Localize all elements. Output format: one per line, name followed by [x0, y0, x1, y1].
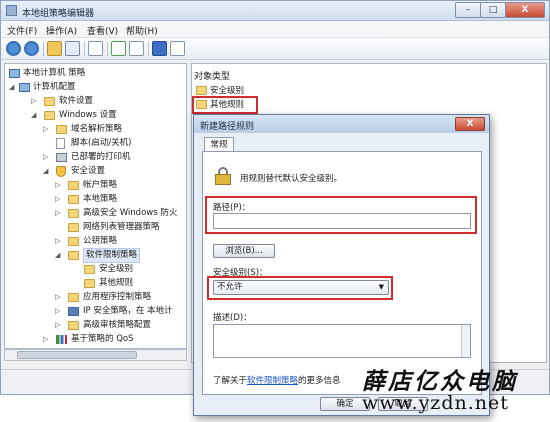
folder-icon	[68, 181, 79, 190]
menu-file[interactable]: 文件(F)	[7, 24, 37, 37]
refresh-icon[interactable]	[111, 41, 126, 56]
computer-policy-icon	[9, 69, 20, 78]
folder-icon	[44, 111, 55, 120]
collapse-arrow-icon[interactable]: ▷	[31, 95, 39, 108]
expand-arrow-icon[interactable]: ◢	[55, 249, 63, 262]
folder-icon	[68, 195, 79, 204]
expand-arrow-icon[interactable]: ◢	[43, 165, 51, 178]
folder-open-icon	[68, 251, 79, 260]
toolbar-separator	[148, 42, 149, 56]
software-restriction-link[interactable]: 软件限制策略	[247, 376, 298, 386]
properties-icon[interactable]	[88, 41, 103, 56]
toolbar-separator	[84, 42, 85, 56]
dialog-title: 新建路径规则	[200, 122, 255, 132]
folder-icon	[56, 125, 67, 134]
help-text-suffix: 的更多信息	[298, 376, 341, 386]
export-icon[interactable]	[129, 41, 144, 56]
collapse-arrow-icon[interactable]: ▷	[55, 319, 63, 332]
dropdown-arrow-icon: ▼	[378, 283, 384, 291]
column-header-object-type[interactable]: 对象类型	[194, 69, 230, 82]
watermark-url: www.yzdn.net	[362, 392, 509, 414]
close-button[interactable]: X	[505, 2, 545, 18]
folder-icon	[68, 293, 79, 302]
forward-icon[interactable]	[24, 41, 39, 56]
collapse-arrow-icon[interactable]: ▷	[55, 179, 63, 192]
tree-horizontal-scrollbar[interactable]	[4, 349, 187, 361]
help-text-prefix: 了解关于	[213, 376, 248, 386]
path-label: 路径(P)：	[213, 203, 251, 213]
folder-icon	[68, 223, 79, 232]
app-icon	[6, 5, 17, 16]
lock-icon	[215, 167, 231, 185]
description-label: 描述(D)：	[213, 313, 252, 323]
menu-bar: 文件(F) 操作(A) 查看(V) 帮助(H)	[1, 21, 549, 38]
printer-icon	[56, 153, 67, 162]
back-icon[interactable]	[6, 41, 21, 56]
collapse-arrow-icon[interactable]: ▷	[43, 333, 51, 346]
window-title: 本地组策略编辑器	[22, 9, 95, 19]
tree-pane[interactable]: 本地计算机 策略 ◢ 计算机配置 ▷ 软件设置 ◢ Windows 设置 ▷ 域…	[4, 63, 187, 349]
collapse-arrow-icon[interactable]: ▷	[55, 207, 63, 220]
browse-button[interactable]: 浏览(B)...	[213, 244, 275, 258]
title-bar[interactable]: 本地组策略编辑器 – □ X	[1, 1, 549, 21]
help-icon[interactable]	[152, 41, 167, 56]
menu-view[interactable]: 查看(V)	[87, 24, 118, 37]
view-icon[interactable]	[170, 41, 185, 56]
folder-icon	[84, 279, 95, 288]
security-level-value: 不允许	[217, 282, 243, 292]
folder-icon	[196, 86, 207, 95]
security-level-select[interactable]: 不允许 ▼	[213, 280, 389, 295]
folder-icon	[68, 237, 79, 246]
collapse-arrow-icon[interactable]: ▷	[55, 291, 63, 304]
minimize-button[interactable]: –	[455, 2, 481, 18]
computer-icon	[19, 83, 30, 92]
scrollbar-thumb[interactable]	[17, 351, 137, 359]
folder-icon	[68, 321, 79, 330]
watermark-brand: 薛店亿众电脑	[362, 368, 518, 395]
rule-description-text: 用规则替代默认安全级别。	[240, 174, 343, 184]
ip-security-icon	[68, 307, 79, 316]
show-tree-icon[interactable]	[65, 41, 80, 56]
folder-icon	[84, 265, 95, 274]
up-folder-icon[interactable]	[47, 41, 62, 56]
dialog-title-bar[interactable]: 新建路径规则 X	[194, 115, 489, 133]
shield-icon	[56, 166, 66, 177]
highlight-box	[192, 96, 258, 114]
toolbar-separator	[107, 42, 108, 56]
collapse-arrow-icon[interactable]: ▷	[43, 123, 51, 136]
folder-icon	[68, 209, 79, 218]
expand-arrow-icon[interactable]: ◢	[9, 81, 17, 94]
toolbar	[1, 38, 549, 60]
dialog-close-button[interactable]: X	[455, 117, 485, 131]
tab-general[interactable]: 常规	[204, 137, 234, 152]
collapse-arrow-icon[interactable]: ▷	[43, 151, 51, 164]
collapse-arrow-icon[interactable]: ▷	[55, 235, 63, 248]
collapse-arrow-icon[interactable]: ▷	[55, 305, 63, 318]
general-tab-panel: 用规则替代默认安全级别。 路径(P)： 浏览(B)... 安全级别(S)： 不允…	[202, 151, 482, 395]
path-input[interactable]	[213, 213, 471, 229]
script-icon	[56, 138, 65, 149]
toolbar-separator	[43, 42, 44, 56]
maximize-button[interactable]: □	[480, 2, 506, 18]
menu-action[interactable]: 操作(A)	[46, 24, 77, 37]
collapse-arrow-icon[interactable]: ▷	[55, 193, 63, 206]
menu-help[interactable]: 帮助(H)	[126, 24, 158, 37]
folder-icon	[44, 97, 55, 106]
help-text: 了解关于软件限制策略的更多信息	[213, 374, 341, 386]
chart-icon	[56, 335, 67, 344]
description-textarea[interactable]	[213, 324, 471, 358]
expand-arrow-icon[interactable]: ◢	[31, 109, 39, 122]
textarea-scrollbar[interactable]	[461, 325, 470, 357]
